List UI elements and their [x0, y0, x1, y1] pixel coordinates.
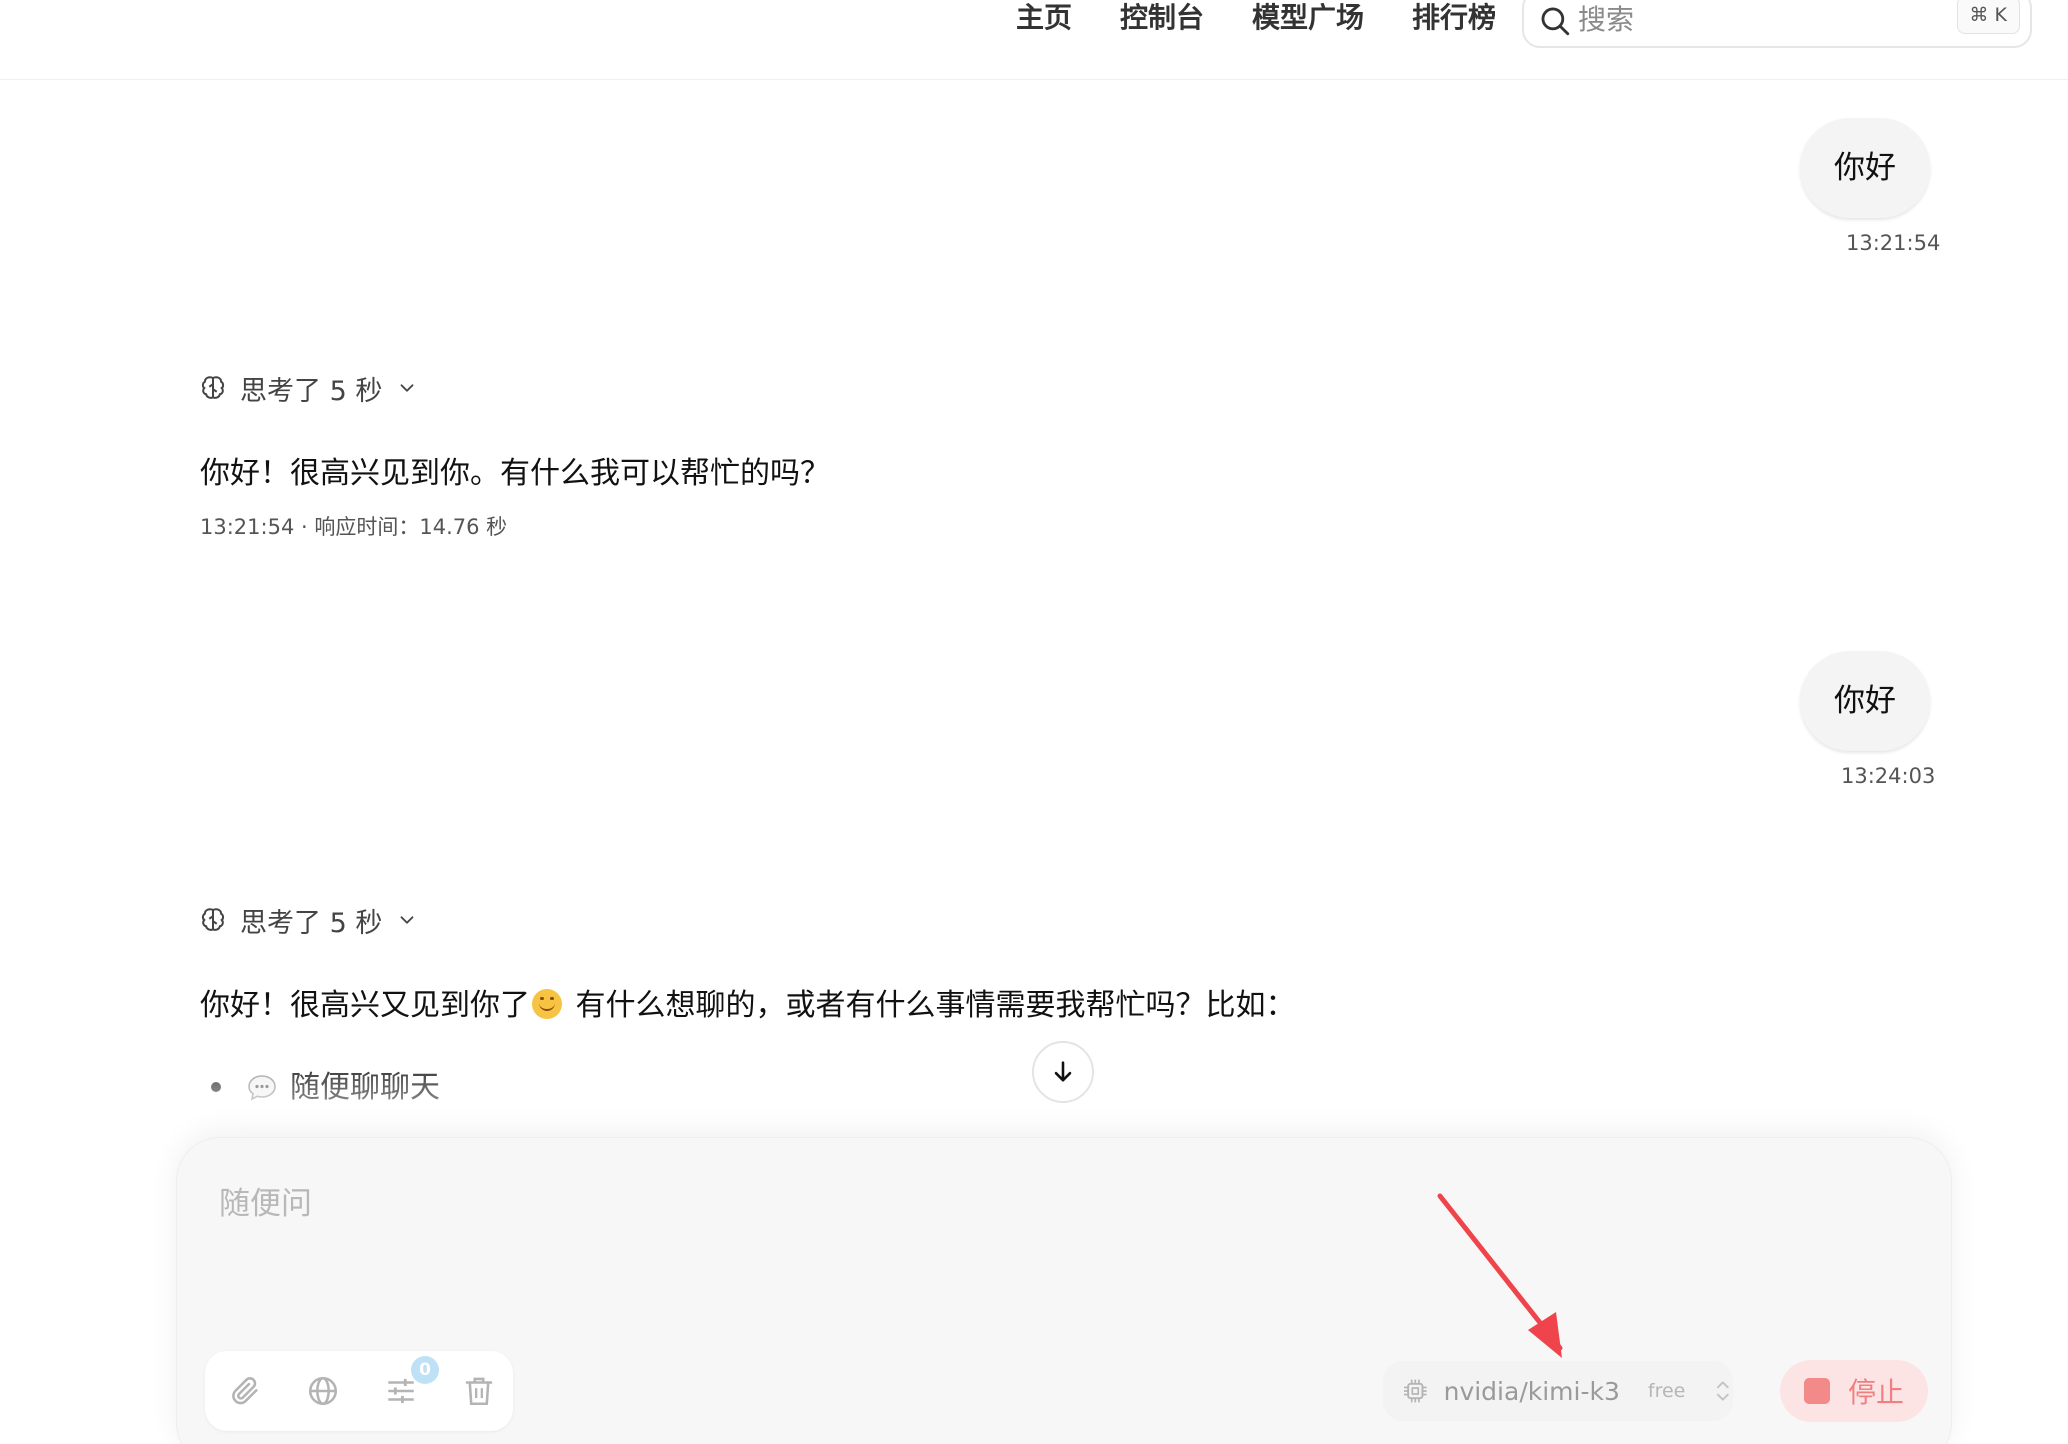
nav-link-home[interactable]: 主页 [1016, 0, 1072, 36]
attach-button[interactable] [225, 1371, 265, 1411]
stop-label: 停止 [1847, 1376, 1904, 1409]
assistant-message-text: 你好！很高兴又见到你了 有什么想聊的，或者有什么事情需要我帮忙吗？比如： [200, 984, 1296, 1028]
user-message-bubble: 你好 [1800, 651, 1930, 751]
list-item: 随便聊聊天 [246, 1066, 440, 1110]
message-input[interactable]: 随便问 [219, 1174, 1519, 1234]
user-message-time: 13:21:54 [1846, 231, 1941, 255]
assistant-text-part: 你好！很高兴又见到你了 [200, 988, 530, 1023]
thinking-label: 思考了 5 秒 [240, 375, 383, 407]
user-message-bubble: 你好 [1800, 118, 1930, 218]
list-bullet [211, 1082, 221, 1092]
model-name: nvidia/kimi-k3 [1443, 1376, 1620, 1406]
chevron-up-down-icon [1717, 1381, 1730, 1401]
nav-link-model-plaza[interactable]: 模型广场 [1252, 0, 1364, 36]
chevron-down-icon [400, 384, 414, 392]
chat-app: 主页 控制台 模型广场 排行榜 搜索 ⌘ K 你好 13:21:54 思考了 5… [0, 0, 2068, 1444]
thinking-toggle[interactable]: 思考了 5 秒 [198, 368, 418, 408]
search-shortcut-badge: ⌘ K [1956, 0, 2020, 34]
thinking-label: 思考了 5 秒 [240, 907, 383, 939]
search-placeholder: 搜索 [1578, 3, 1635, 36]
trash-icon [465, 1377, 493, 1406]
thinking-toggle[interactable]: 思考了 5 秒 [198, 900, 418, 940]
speech-bubble-icon [248, 1075, 276, 1101]
top-nav: 主页 控制台 模型广场 排行榜 搜索 ⌘ K [0, 0, 2068, 80]
assistant-text-part: 有什么想聊的，或者有什么事情需要我帮忙吗？比如： [566, 988, 1296, 1023]
web-search-button[interactable] [303, 1371, 343, 1411]
nav-link-console[interactable]: 控制台 [1120, 0, 1204, 36]
model-selector[interactable]: nvidia/kimi-k3 free [1383, 1361, 1733, 1421]
model-tier-badge: free [1647, 1380, 1686, 1402]
list-item-label: 随便聊聊天 [290, 1070, 440, 1105]
settings-count-badge: 0 [411, 1356, 439, 1384]
brain-icon [201, 376, 225, 399]
smiling-face-icon [532, 989, 562, 1019]
search-icon [1541, 7, 1570, 36]
attach-icon [232, 1377, 258, 1405]
scroll-to-bottom-button[interactable] [1032, 1041, 1094, 1103]
user-message-time: 13:24:03 [1841, 764, 1936, 788]
chevron-down-icon [400, 916, 414, 924]
assistant-message-meta: 13:21:54 · 响应时间：14.76 秒 [200, 515, 508, 539]
clear-button[interactable] [459, 1371, 499, 1411]
assistant-message-text: 你好！很高兴见到你。有什么我可以帮忙的吗？ [200, 456, 830, 491]
arrow-down-icon [1054, 1061, 1072, 1082]
chip-icon [1403, 1379, 1427, 1403]
message-composer: 随便问 0 nvidia/kimi-k3 free 停止 [176, 1137, 1952, 1444]
stop-icon [1803, 1378, 1830, 1404]
brain-icon [201, 908, 225, 931]
globe-icon [308, 1376, 338, 1406]
search-input[interactable]: 搜索 ⌘ K [1522, 0, 2032, 48]
sliders-icon [388, 1378, 414, 1404]
composer-toolbar [205, 1351, 513, 1431]
stop-button[interactable]: 停止 [1780, 1360, 1928, 1422]
nav-link-leaderboard[interactable]: 排行榜 [1412, 0, 1496, 36]
